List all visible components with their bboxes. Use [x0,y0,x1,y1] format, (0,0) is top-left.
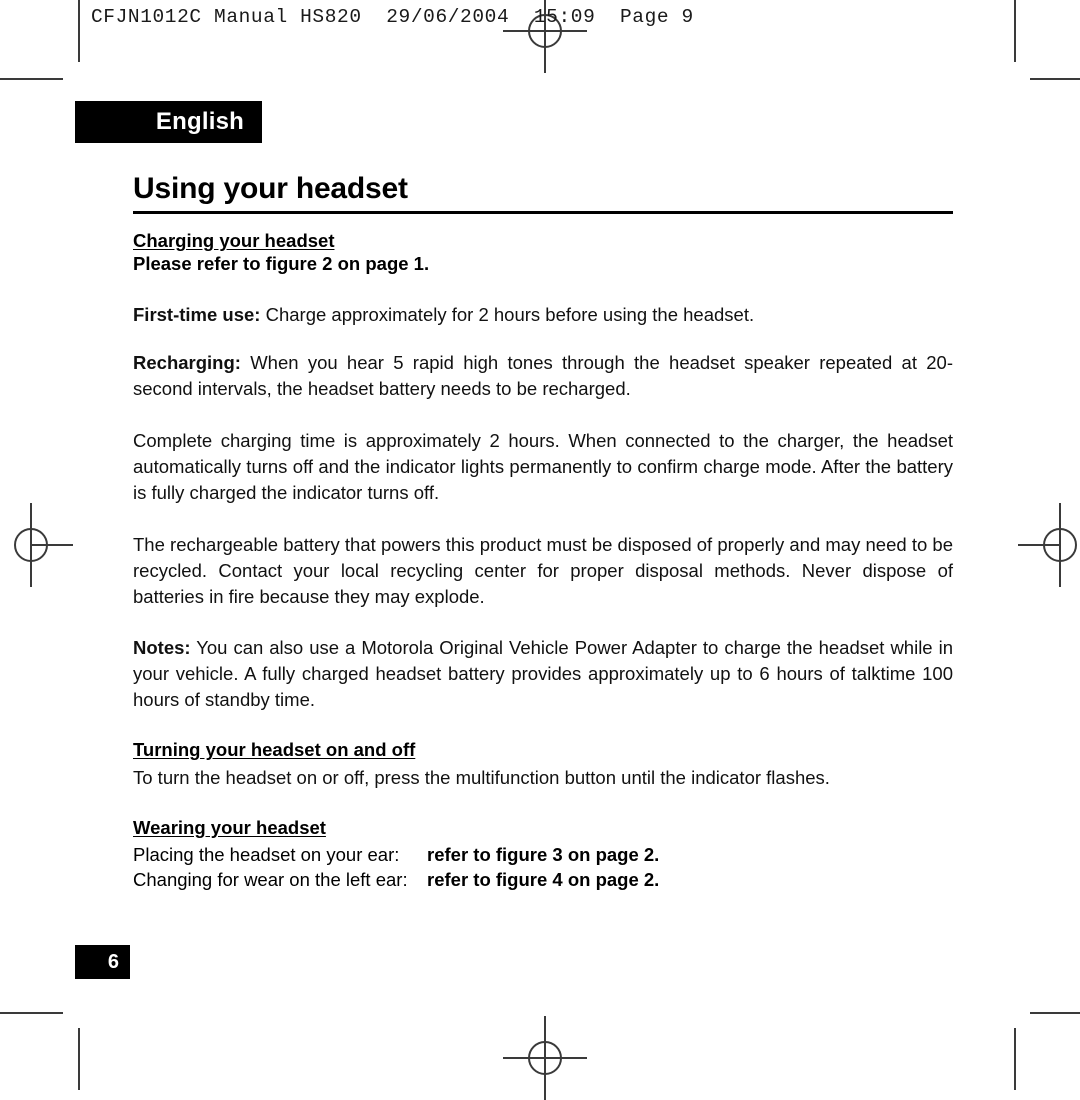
notes-text: You can also use a Motorola Original Veh… [133,637,953,711]
first-time-use-text: Charge approximately for 2 hours before … [260,304,755,326]
complete-charging-paragraph: Complete charging time is approximately … [133,430,953,503]
wearing-row2-label: Changing for wear on the left ear: [133,868,408,890]
section-wearing: Wearing your headset Placing the headset… [133,817,953,893]
first-time-use-label: First-time use: [133,304,261,326]
notes-paragraph: Notes: You can also use a Motorola Origi… [133,635,953,713]
recharging-paragraph: Recharging: When you hear 5 rapid high t… [133,350,953,402]
wearing-row-right-ear: Placing the headset on your ear: refer t… [133,843,953,868]
wearing-row1-label: Placing the headset on your ear: [133,843,400,865]
page-title: Using your headset [133,172,953,214]
turning-on-off-text: To turn the headset on or off, press the… [133,767,830,789]
document-page: English Using your headset Charging your… [0,0,1080,1090]
section-charging: Charging your headset Please refer to fi… [133,230,953,713]
notes-label: Notes: [133,637,191,659]
first-time-use-paragraph: First-time use: Charge approximately for… [133,302,953,328]
section-turning-on-off: Turning your headset on and off To turn … [133,739,953,791]
recharging-label: Recharging: [133,352,241,374]
language-banner: English [75,101,262,143]
page-number-label: 6 [107,950,119,973]
wearing-row1-reference: refer to figure 3 on page 2. [427,843,660,865]
charging-heading: Charging your headset [133,230,335,251]
wearing-row2-reference: refer to figure 4 on page 2. [427,868,660,890]
page-content: Using your headset Charging your headset… [133,172,953,893]
recharging-text: When you hear 5 rapid high tones through… [133,352,953,400]
wearing-heading: Wearing your headset [133,816,326,838]
page-number-badge: 6 [75,945,130,979]
turning-on-off-heading: Turning your headset on and off [133,739,416,761]
charging-refer-line: Please refer to figure 2 on page 1. [133,253,430,274]
battery-disposal-paragraph: The rechargeable battery that powers thi… [133,533,953,607]
language-banner-label: English [155,108,244,135]
wearing-row-left-ear: Changing for wear on the left ear: refer… [133,868,953,893]
